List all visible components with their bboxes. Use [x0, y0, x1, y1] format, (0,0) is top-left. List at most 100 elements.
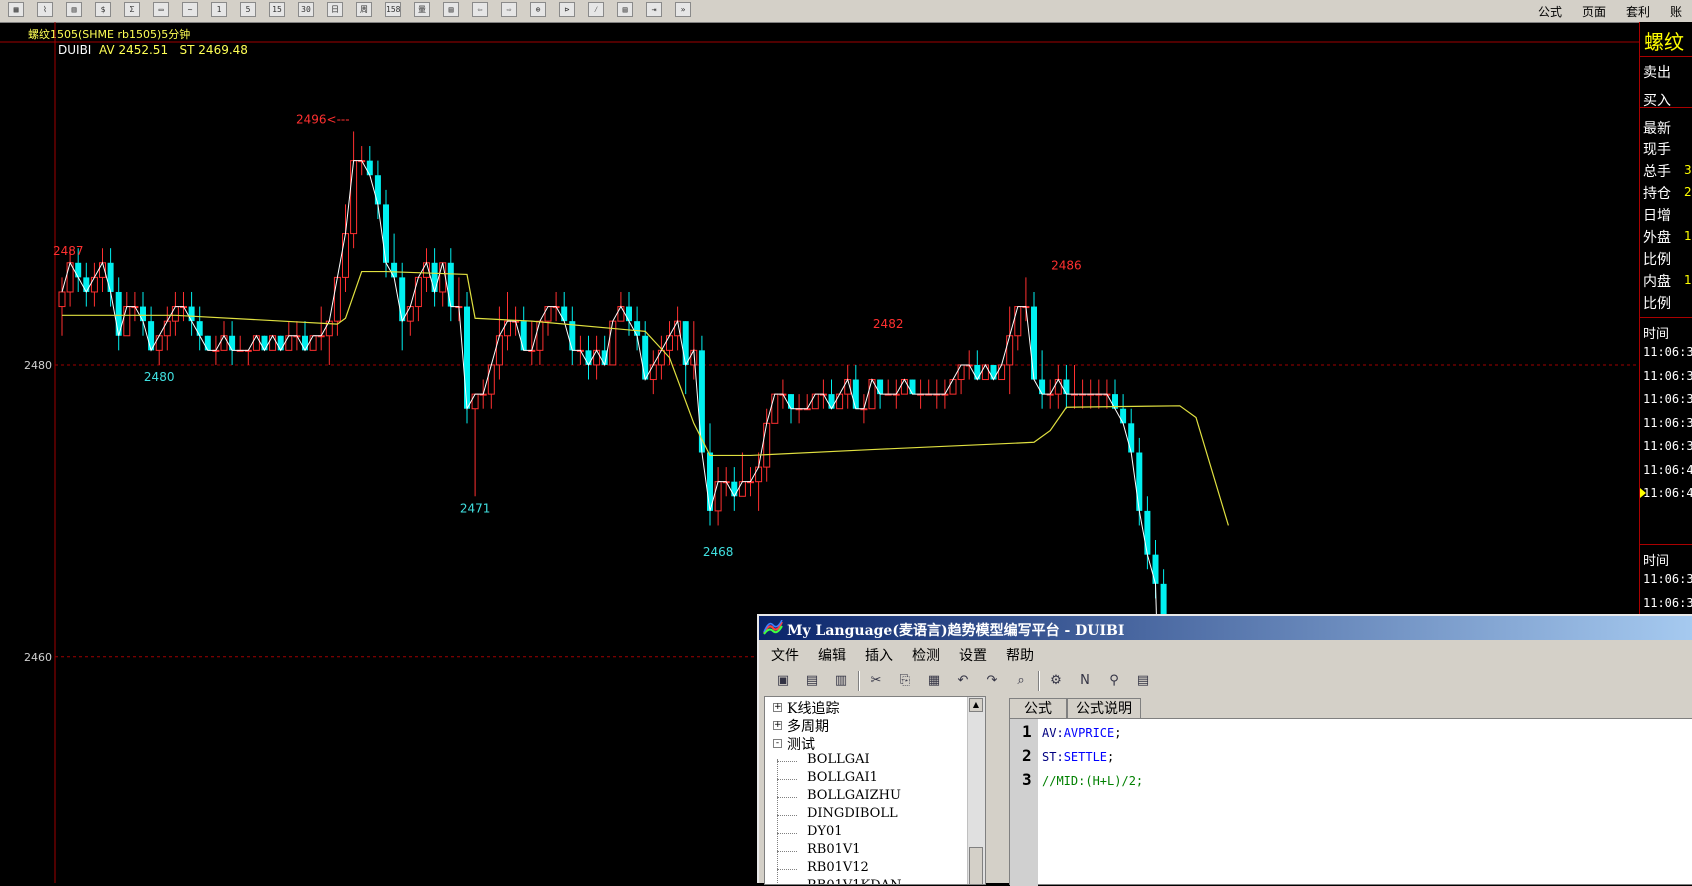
toolbar-button-20[interactable]: ⁄ [588, 2, 604, 17]
toolbar-button-3[interactable]: $ [95, 2, 111, 17]
copy-icon[interactable]: ⎘ [895, 671, 915, 691]
candle [1006, 306, 1014, 395]
editor-tab[interactable]: 公式说明 [1067, 698, 1141, 719]
scroll-up-arrow-icon[interactable]: ▲ [969, 698, 983, 712]
toolbar-button-4[interactable]: Σ [124, 2, 140, 17]
tree-formula-item[interactable]: DINGDIBOLL [807, 806, 898, 821]
toolbar-button-21[interactable]: ▤ [617, 2, 633, 17]
toolbar-button-10[interactable]: 30 [298, 2, 314, 17]
code-token: ST: [1042, 750, 1064, 764]
tree-icon[interactable]: ⚙ [1046, 671, 1066, 691]
new-icon[interactable]: ▣ [773, 671, 793, 691]
candle-body [431, 262, 438, 292]
editor-menu-item[interactable]: 帮助 [1006, 645, 1034, 665]
tree-scrollbar[interactable]: ▲ [967, 697, 985, 884]
scroll-thumb[interactable] [969, 847, 983, 884]
paste-icon[interactable]: ▦ [924, 671, 944, 691]
quote-row-value: 1 [1684, 273, 1692, 287]
candle [585, 335, 592, 380]
candle-body [949, 379, 957, 395]
editor-menu-item[interactable]: 设置 [959, 645, 987, 665]
toolbar-button-22[interactable]: ⇥ [646, 2, 662, 17]
editor-menu-item[interactable]: 编辑 [818, 645, 846, 665]
candle-body [302, 335, 308, 351]
toolbar-menu-1[interactable]: 页面 [1582, 3, 1606, 20]
toolbar-button-8[interactable]: 5 [240, 2, 256, 17]
toolbar-button-5[interactable]: ▭ [153, 2, 169, 17]
editor-title: My Language(麦语言)趋势模型编写平台 - DUIBI [787, 623, 1125, 639]
editor-tabs: 公式 公式说明 [1009, 696, 1692, 719]
toolbar-button-13[interactable]: 158 [385, 2, 401, 17]
redo-icon[interactable]: ↷ [982, 671, 1002, 691]
toolbar-button-14[interactable]: 量 [414, 2, 430, 17]
editor-menu-item[interactable]: 插入 [865, 645, 893, 665]
candle [803, 394, 811, 411]
editor-menu-item[interactable]: 检测 [912, 645, 940, 665]
candle-body [1054, 379, 1062, 395]
toolbar-menu-2[interactable]: 套利 [1626, 3, 1650, 20]
editor-tab[interactable]: 公式 [1009, 698, 1067, 719]
formula-editor-window[interactable]: My Language(麦语言)趋势模型编写平台 - DUIBI 文件 编辑 插入检… [757, 614, 1692, 886]
editor-menu-item[interactable]: 文件 [771, 645, 799, 665]
tree-formula-item[interactable]: RB01V1KDAN [807, 878, 901, 884]
n-icon[interactable]: N [1075, 671, 1095, 691]
toolbar-button-17[interactable]: ⇨ [501, 2, 517, 17]
editor-titlebar[interactable]: My Language(麦语言)趋势模型编写平台 - DUIBI [759, 616, 1692, 640]
candle-body [399, 277, 406, 322]
candle-body [877, 379, 884, 395]
code-line[interactable]: AV:AVPRICE; [1042, 726, 1122, 740]
tick-time: 11:06:4 [1643, 486, 1692, 500]
candle [674, 306, 682, 351]
code-line[interactable]: //MID:(H+L)/2; [1042, 774, 1143, 788]
quote-row-value: 1 [1684, 229, 1692, 243]
tree-collapse-icon[interactable]: - [773, 739, 782, 748]
tree-folder[interactable]: K线追踪 [787, 698, 839, 718]
chart-icon[interactable]: ⚲ [1104, 671, 1124, 691]
candle-body [107, 262, 114, 292]
toolbar-button-6[interactable]: ~ [182, 2, 198, 17]
toolbar-button-0[interactable]: ▦ [8, 2, 24, 17]
tree-formula-item[interactable]: BOLLGAIZHU [807, 788, 901, 803]
toolbar-button-15[interactable]: ▤ [443, 2, 459, 17]
candle-body [140, 306, 146, 322]
formula-tree[interactable]: ▲ + K线追踪 + 多周期 - 测试 BOLLGAI BOLLGAI1 BOLLGAIZHU D… [764, 696, 986, 885]
candle [188, 291, 195, 336]
quote-panel-title: 螺纹 [1644, 30, 1684, 54]
tree-folder[interactable]: 多周期 [787, 716, 829, 736]
find-icon[interactable]: ⌕ [1011, 671, 1031, 691]
tree-folder[interactable]: 测试 [787, 734, 815, 754]
print-icon[interactable]: ▥ [831, 671, 851, 691]
toolbar-button-16[interactable]: ⇦ [472, 2, 488, 17]
toolbar-button-2[interactable]: ▥ [66, 2, 82, 17]
tree-formula-item[interactable]: BOLLGAI [807, 752, 870, 767]
tree-formula-item[interactable]: RB01V12 [807, 860, 869, 875]
quote-row-label: 比例 [1643, 296, 1671, 312]
save-icon[interactable]: ▤ [802, 671, 822, 691]
toolbar-button-11[interactable]: 日 [327, 2, 343, 17]
toolbar-button-18[interactable]: ⊕ [530, 2, 546, 17]
tree-formula-item[interactable]: DY01 [807, 824, 843, 839]
code-editor[interactable]: 123 AV:AVPRICE; ST:SETTLE;//MID:(H+L)/2; [1009, 718, 1692, 886]
toolbar-button-7[interactable]: 1 [211, 2, 227, 17]
toolbar-menu-0[interactable]: 公式 [1538, 3, 1562, 20]
doc-icon[interactable]: ▤ [1133, 671, 1153, 691]
candle [309, 335, 317, 351]
tree-formula-item[interactable]: BOLLGAI1 [807, 770, 878, 785]
tree-expand-icon[interactable]: + [773, 721, 782, 730]
candle-body [755, 466, 763, 483]
cut-icon[interactable]: ✂ [866, 671, 886, 691]
undo-icon[interactable]: ↶ [953, 671, 973, 691]
candle-body [83, 277, 90, 292]
toolbar-button-23[interactable]: » [675, 2, 691, 17]
price-annotation: 2486 [1051, 258, 1082, 272]
tree-formula-item[interactable]: RB01V1 [807, 842, 861, 857]
candle-body [1152, 554, 1159, 584]
toolbar-button-9[interactable]: 15 [269, 2, 285, 17]
code-line[interactable]: ST:SETTLE; [1042, 750, 1114, 764]
toolbar-button-19[interactable]: ⊳ [559, 2, 575, 17]
quote-row-label: 日增 [1643, 208, 1671, 224]
tree-expand-icon[interactable]: + [773, 703, 782, 712]
toolbar-button-12[interactable]: 周 [356, 2, 372, 17]
toolbar-button-1[interactable]: ⌇ [37, 2, 53, 17]
tree-branch-line [777, 869, 797, 870]
